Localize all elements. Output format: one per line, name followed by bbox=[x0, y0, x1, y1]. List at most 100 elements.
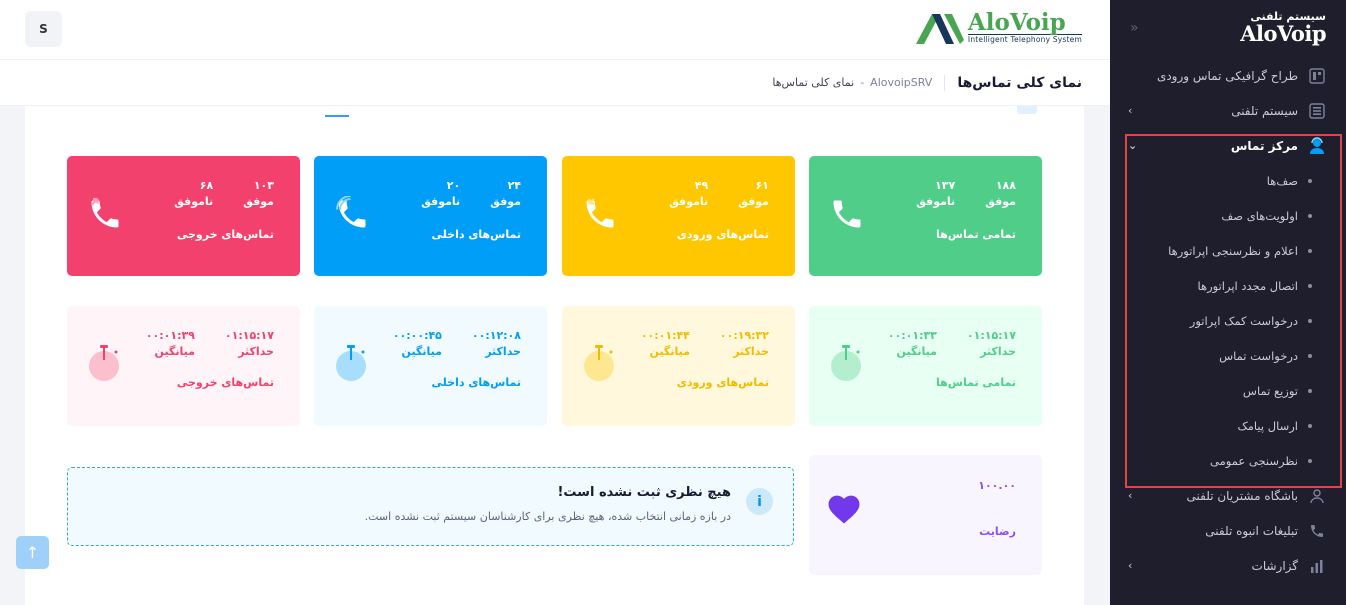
duration-card-internal-calls[interactable]: ۰۰:۱۲:۰۸ حداکثر ۰۰:۰۰:۴۵ میانگین تماس‌های … bbox=[314, 306, 547, 426]
users-icon bbox=[1308, 487, 1326, 505]
header-logo[interactable]: AloVoip Intelligent Telephony System bbox=[914, 10, 1082, 46]
card-title: تماس‌های ورودی bbox=[676, 228, 769, 241]
card-title: تماس‌های خروجی bbox=[176, 228, 274, 241]
sidebar-subitem-label: درخواست کمک اپراتور bbox=[1189, 313, 1298, 328]
sidebar-subitem-queue-priorities[interactable]: اولویت‌های صف bbox=[1110, 198, 1346, 233]
avg-duration: ۰۰:۰۱:۳۹ bbox=[145, 329, 195, 342]
bullet-icon bbox=[1308, 388, 1312, 393]
breadcrumb-item-current: نمای کلی تماس‌ها bbox=[772, 76, 855, 89]
scroll-top-button[interactable]: ↑ bbox=[16, 536, 49, 569]
sidebar: سیستم تلفنی AloVoip « طراح گرافیکی تماس … bbox=[1110, 0, 1346, 605]
fail-count: ۶۸ bbox=[199, 179, 214, 192]
card-title: تماس‌های خروجی bbox=[176, 376, 274, 389]
avg-label: میانگین bbox=[649, 345, 690, 358]
avg-label: میانگین bbox=[154, 345, 195, 358]
agent-icon bbox=[1308, 136, 1326, 155]
bullet-icon bbox=[1308, 458, 1312, 463]
duration-card-incoming-calls[interactable]: ۰۰:۱۹:۳۲ حداکثر ۰۰:۰۱:۴۴ میانگین تماس‌های … bbox=[562, 306, 795, 426]
avg-label: میانگین bbox=[401, 345, 442, 358]
success-label: موفق bbox=[985, 195, 1016, 208]
phone-icon bbox=[1308, 522, 1326, 540]
sidebar-subitem-callback-request[interactable]: درخواست تماس bbox=[1110, 338, 1346, 373]
card-title: تماس‌های داخلی bbox=[431, 228, 521, 241]
no-feedback-alert: i هیچ نظری ثبت نشده است! در بازه زمانی ا… bbox=[67, 467, 794, 546]
card-title: تمامی تماس‌ها bbox=[936, 228, 1016, 241]
sidebar-item-label: باشگاه مشتریان تلفنی bbox=[1186, 488, 1298, 503]
sidebar-subitem-general-survey[interactable]: نظرسنجی عمومی bbox=[1110, 443, 1346, 478]
info-icon: i bbox=[746, 488, 773, 515]
chart-icon bbox=[1308, 557, 1326, 575]
user-avatar-button[interactable]: S bbox=[25, 11, 62, 47]
satisfaction-label: رضایت bbox=[979, 525, 1016, 538]
phone-icon bbox=[829, 196, 865, 236]
layout-icon bbox=[1308, 67, 1326, 85]
chevron-left-icon: › bbox=[1128, 489, 1133, 502]
bullet-icon bbox=[1308, 353, 1312, 358]
card-incoming-calls[interactable]: ۶۱ موفق ۴۹ ناموفق تماس‌های ورودی bbox=[562, 156, 795, 276]
max-label: حداکثر bbox=[485, 345, 521, 358]
success-count: ۲۴ bbox=[507, 179, 521, 192]
satisfaction-value: ۱۰۰.۰۰ bbox=[978, 479, 1016, 492]
success-label: موفق bbox=[490, 195, 521, 208]
satisfaction-card[interactable]: ۱۰۰.۰۰ رضایت bbox=[809, 455, 1042, 575]
breadcrumb-item-server[interactable]: AlovoipSRV bbox=[870, 76, 932, 89]
arrow-up-icon: ↑ bbox=[25, 543, 40, 562]
sidebar-subitem-label: نظرسنجی عمومی bbox=[1210, 453, 1298, 468]
chevron-left-icon: › bbox=[1128, 104, 1133, 117]
sidebar-item-phone-system[interactable]: سیستم تلفنی › bbox=[1110, 93, 1346, 128]
sidebar-collapse-icon[interactable]: « bbox=[1130, 20, 1139, 36]
duration-card-outgoing-calls[interactable]: ۰۱:۱۵:۱۷ حداکثر ۰۰:۰۱:۳۹ میانگین تماس‌های … bbox=[67, 306, 300, 426]
sidebar-item-bulk-ads[interactable]: تبلیغات انبوه تلفنی bbox=[1110, 513, 1346, 548]
list-icon bbox=[1308, 102, 1326, 120]
success-count: ۱۰۳ bbox=[253, 179, 274, 192]
sidebar-subitem-call-distribution[interactable]: توزیع تماس bbox=[1110, 373, 1346, 408]
bullet-icon bbox=[1308, 248, 1312, 253]
incoming-call-icon bbox=[582, 196, 618, 236]
toolbar-tab-icon[interactable] bbox=[1017, 106, 1037, 114]
sidebar-subitem-label: اولویت‌های صف bbox=[1221, 208, 1298, 223]
duration-card-all-calls[interactable]: ۰۱:۱۵:۱۷ حداکثر ۰۰:۰۱:۳۳ میانگین تمامی تما… bbox=[809, 306, 1042, 426]
card-all-calls[interactable]: ۱۸۸ موفق ۱۳۷ ناموفق تمامی تماس‌ها bbox=[809, 156, 1042, 276]
sidebar-item-label: گزارشات bbox=[1251, 558, 1298, 573]
bullet-icon bbox=[1308, 423, 1312, 428]
sidebar-subitem-label: توزیع تماس bbox=[1242, 383, 1298, 398]
bullet-icon bbox=[1308, 283, 1312, 288]
sidebar-subitem-label: اتصال مجدد اپراتورها bbox=[1197, 278, 1298, 293]
stopwatch-icon bbox=[829, 342, 863, 386]
sidebar-item-label: طراح گرافیکی تماس ورودی bbox=[1156, 68, 1298, 83]
sidebar-logo[interactable]: سیستم تلفنی AloVoip « bbox=[1110, 0, 1346, 58]
chevron-down-icon: ⌄ bbox=[1128, 139, 1138, 152]
card-title: تماس‌های ورودی bbox=[676, 376, 769, 389]
sidebar-item-customer-club[interactable]: باشگاه مشتریان تلفنی › bbox=[1110, 478, 1346, 513]
sidebar-item-label: تبلیغات انبوه تلفنی bbox=[1205, 523, 1298, 538]
alert-title: هیچ نظری ثبت نشده است! bbox=[557, 485, 731, 500]
bullet-icon bbox=[1308, 318, 1312, 323]
stopwatch-icon bbox=[87, 342, 121, 386]
fail-label: ناموفق bbox=[421, 195, 461, 208]
fail-label: ناموفق bbox=[174, 195, 214, 208]
bullet-icon bbox=[1308, 178, 1312, 183]
bullet-icon bbox=[1308, 213, 1312, 218]
sidebar-subitem-label: صف‌ها bbox=[1266, 173, 1298, 188]
sidebar-subitem-queues[interactable]: صف‌ها bbox=[1110, 163, 1346, 198]
card-outgoing-calls[interactable]: ۱۰۳ موفق ۶۸ ناموفق تماس‌های خروجی bbox=[67, 156, 300, 276]
card-internal-calls[interactable]: ۲۴ موفق ۲۰ ناموفق تماس‌های داخلی bbox=[314, 156, 547, 276]
sidebar-subitem-operator-reconnect[interactable]: اتصال مجدد اپراتورها bbox=[1110, 268, 1346, 303]
max-duration: ۰۱:۱۵:۱۷ bbox=[966, 329, 1016, 342]
avg-duration: ۰۰:۰۱:۳۳ bbox=[887, 329, 937, 342]
max-label: حداکثر bbox=[980, 345, 1016, 358]
sidebar-subitem-send-sms[interactable]: ارسال پیامک bbox=[1110, 408, 1346, 443]
sidebar-subitem-label: درخواست تماس bbox=[1219, 348, 1298, 363]
stopwatch-icon bbox=[582, 342, 616, 386]
sidebar-item-reports[interactable]: گزارشات › bbox=[1110, 548, 1346, 583]
sidebar-item-label: سیستم تلفنی bbox=[1231, 103, 1298, 118]
success-count: ۱۸۸ bbox=[995, 179, 1016, 192]
sidebar-item-graphic-designer[interactable]: طراح گرافیکی تماس ورودی bbox=[1110, 58, 1346, 93]
max-duration: ۰۱:۱۵:۱۷ bbox=[224, 329, 274, 342]
sidebar-subitem-operator-help[interactable]: درخواست کمک اپراتور bbox=[1110, 303, 1346, 338]
logo-tagline: Intelligent Telephony System bbox=[967, 34, 1082, 44]
sidebar-subitem-operator-survey[interactable]: اعلام و نظرسنجی اپراتورها bbox=[1110, 233, 1346, 268]
dashboard-content: ۱۸۸ موفق ۱۳۷ ناموفق تمامی تماس‌ها ۶۱ موفق ۴… bbox=[25, 106, 1084, 605]
card-title: تماس‌های داخلی bbox=[431, 376, 521, 389]
sidebar-item-call-center[interactable]: مرکز تماس ⌄ bbox=[1110, 128, 1346, 163]
